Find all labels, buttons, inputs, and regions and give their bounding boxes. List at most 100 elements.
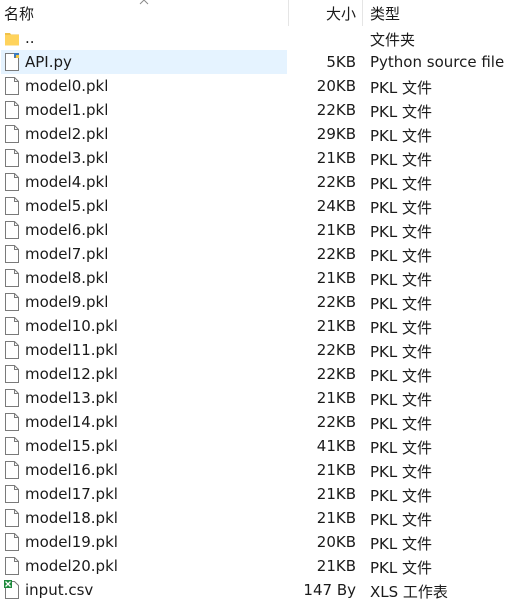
file-size: 41KB xyxy=(316,437,356,455)
file-icon xyxy=(4,76,20,96)
file-name[interactable]: API.py xyxy=(25,53,72,71)
file-size: 21KB xyxy=(316,221,356,239)
file-name[interactable]: model7.pkl xyxy=(25,245,108,263)
file-row[interactable]: model17.pkl 21KB PKL 文件 xyxy=(0,482,522,506)
file-icon xyxy=(4,292,20,312)
file-row[interactable]: model9.pkl 22KB PKL 文件 xyxy=(0,290,522,314)
file-type: PKL 文件 xyxy=(370,367,433,385)
file-row[interactable]: input.csv 147 By XLS 工作表 xyxy=(0,578,522,602)
file-row[interactable]: model5.pkl 24KB PKL 文件 xyxy=(0,194,522,218)
file-row[interactable]: model2.pkl 29KB PKL 文件 xyxy=(0,122,522,146)
file-size: 21KB xyxy=(316,461,356,479)
file-name[interactable]: model11.pkl xyxy=(25,341,118,359)
file-type: PKL 文件 xyxy=(370,103,433,121)
file-icon xyxy=(4,508,20,528)
file-row[interactable]: model14.pkl 22KB PKL 文件 xyxy=(0,410,522,434)
file-name[interactable]: model14.pkl xyxy=(25,413,118,431)
file-name[interactable]: model8.pkl xyxy=(25,269,108,287)
file-type: PKL 文件 xyxy=(370,391,433,409)
column-header-name[interactable]: 名称 xyxy=(4,3,34,24)
file-row[interactable]: model16.pkl 21KB PKL 文件 xyxy=(0,458,522,482)
file-row[interactable]: model11.pkl 22KB PKL 文件 xyxy=(0,338,522,362)
file-size: 22KB xyxy=(316,101,356,119)
file-icon xyxy=(4,220,20,240)
file-size: 21KB xyxy=(316,389,356,407)
file-row[interactable]: model12.pkl 22KB PKL 文件 xyxy=(0,362,522,386)
file-row[interactable]: model7.pkl 22KB PKL 文件 xyxy=(0,242,522,266)
file-row[interactable]: model10.pkl 21KB PKL 文件 xyxy=(0,314,522,338)
file-type: PKL 文件 xyxy=(370,79,433,97)
file-size: 22KB xyxy=(316,293,356,311)
file-row[interactable]: model1.pkl 22KB PKL 文件 xyxy=(0,98,522,122)
file-size: 24KB xyxy=(316,197,356,215)
file-type: PKL 文件 xyxy=(370,439,433,457)
file-type: PKL 文件 xyxy=(370,175,433,193)
file-icon xyxy=(4,268,20,288)
file-name[interactable]: model16.pkl xyxy=(25,461,118,479)
file-list: .. 文件夹 API.py 5KB Python source file model0.p… xyxy=(0,26,522,602)
file-icon xyxy=(4,316,20,336)
file-size: 21KB xyxy=(316,269,356,287)
file-size: 21KB xyxy=(316,485,356,503)
python-file-icon xyxy=(4,52,20,72)
sort-ascending-icon xyxy=(139,0,149,5)
column-divider[interactable] xyxy=(362,0,363,26)
file-name[interactable]: model0.pkl xyxy=(25,77,108,95)
file-name[interactable]: model13.pkl xyxy=(25,389,118,407)
file-type: PKL 文件 xyxy=(370,199,433,217)
file-row[interactable]: model6.pkl 21KB PKL 文件 xyxy=(0,218,522,242)
file-name[interactable]: model5.pkl xyxy=(25,197,108,215)
column-header-type[interactable]: 类型 xyxy=(370,3,400,24)
file-row[interactable]: model18.pkl 21KB PKL 文件 xyxy=(0,506,522,530)
file-type: PKL 文件 xyxy=(370,295,433,313)
file-size: 22KB xyxy=(316,413,356,431)
file-icon xyxy=(4,388,20,408)
file-size: 147 By xyxy=(303,581,356,599)
file-icon xyxy=(4,340,20,360)
file-name[interactable]: model10.pkl xyxy=(25,317,118,335)
file-name[interactable]: model19.pkl xyxy=(25,533,118,551)
file-name[interactable]: .. xyxy=(25,29,35,47)
file-size: 21KB xyxy=(316,317,356,335)
file-row[interactable]: model8.pkl 21KB PKL 文件 xyxy=(0,266,522,290)
file-name[interactable]: model12.pkl xyxy=(25,365,118,383)
file-name[interactable]: model18.pkl xyxy=(25,509,118,527)
file-row[interactable]: API.py 5KB Python source file xyxy=(0,50,522,74)
file-row[interactable]: model4.pkl 22KB PKL 文件 xyxy=(0,170,522,194)
file-row[interactable]: model0.pkl 20KB PKL 文件 xyxy=(0,74,522,98)
file-type: Python source file xyxy=(370,53,505,71)
file-type: PKL 文件 xyxy=(370,247,433,265)
file-name[interactable]: model9.pkl xyxy=(25,293,108,311)
file-type: PKL 文件 xyxy=(370,343,433,361)
file-row[interactable]: model13.pkl 21KB PKL 文件 xyxy=(0,386,522,410)
file-icon xyxy=(4,100,20,120)
csv-file-icon xyxy=(4,580,20,600)
file-name[interactable]: model15.pkl xyxy=(25,437,118,455)
file-row[interactable]: .. 文件夹 xyxy=(0,26,522,50)
file-icon xyxy=(4,244,20,264)
file-size: 21KB xyxy=(316,509,356,527)
file-icon xyxy=(4,436,20,456)
file-name[interactable]: model20.pkl xyxy=(25,557,118,575)
file-icon xyxy=(4,124,20,144)
file-icon xyxy=(4,532,20,552)
file-size: 22KB xyxy=(316,365,356,383)
file-row[interactable]: model15.pkl 41KB PKL 文件 xyxy=(0,434,522,458)
column-divider[interactable] xyxy=(288,0,289,26)
file-name[interactable]: model2.pkl xyxy=(25,125,108,143)
file-row[interactable]: model19.pkl 20KB PKL 文件 xyxy=(0,530,522,554)
file-name[interactable]: model3.pkl xyxy=(25,149,108,167)
file-size: 5KB xyxy=(326,53,356,71)
file-size: 21KB xyxy=(316,149,356,167)
file-icon xyxy=(4,148,20,168)
column-header-size[interactable]: 大小 xyxy=(326,3,356,24)
file-name[interactable]: model4.pkl xyxy=(25,173,108,191)
file-row[interactable]: model20.pkl 21KB PKL 文件 xyxy=(0,554,522,578)
file-icon xyxy=(4,412,20,432)
file-size: 20KB xyxy=(316,533,356,551)
file-row[interactable]: model3.pkl 21KB PKL 文件 xyxy=(0,146,522,170)
file-name[interactable]: model1.pkl xyxy=(25,101,108,119)
file-name[interactable]: input.csv xyxy=(25,581,93,599)
file-name[interactable]: model6.pkl xyxy=(25,221,108,239)
file-name[interactable]: model17.pkl xyxy=(25,485,118,503)
